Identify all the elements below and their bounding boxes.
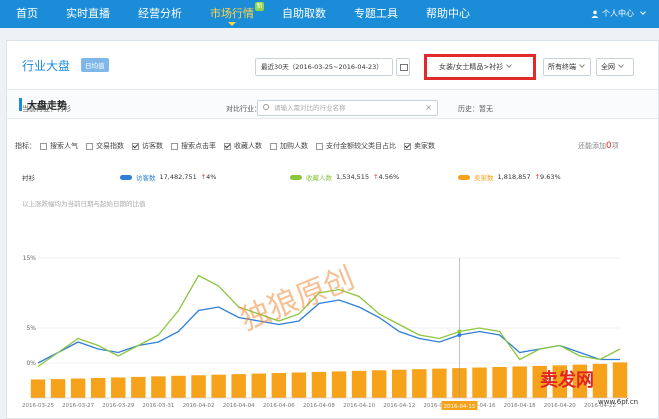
bar-sellers bbox=[492, 366, 507, 398]
bar-sellers bbox=[151, 376, 166, 398]
bar-sellers bbox=[331, 371, 347, 398]
bar-sellers bbox=[131, 376, 146, 398]
x-tick-label: 2016-03-27 bbox=[62, 403, 94, 409]
bar-sellers bbox=[50, 379, 66, 398]
bar-sellers bbox=[612, 362, 628, 398]
y-tick-label: 0% bbox=[26, 360, 36, 367]
bar-sellers bbox=[512, 366, 527, 398]
bar-sellers bbox=[111, 377, 126, 398]
x-tick-label: 2016-04-04 bbox=[223, 403, 255, 409]
x-tick-label: 2016-04-10 bbox=[343, 403, 375, 409]
bar-sellers bbox=[392, 369, 407, 398]
bar-sellers bbox=[592, 363, 608, 398]
bar-sellers bbox=[231, 374, 246, 398]
bar-sellers bbox=[171, 375, 186, 398]
series-line bbox=[37, 299, 620, 364]
x-tick-label: 2016-04-20 bbox=[544, 403, 576, 409]
x-tick-label: 2016-04-02 bbox=[183, 403, 215, 409]
bar-sellers bbox=[371, 370, 387, 398]
highlight-date-label: 2016-04-15 bbox=[443, 404, 475, 410]
trend-chart[interactable]: 15% 5% 0% 2016-03-25 2016-03-27 2016-03-29 201… bbox=[0, 0, 659, 419]
highlight-point bbox=[457, 333, 462, 337]
bar-sellers bbox=[311, 371, 327, 398]
bar-sellers bbox=[291, 372, 307, 398]
bar-sellers bbox=[432, 368, 447, 398]
bar-sellers bbox=[472, 367, 487, 398]
y-tick-label: 5% bbox=[26, 325, 36, 332]
bar-sellers bbox=[30, 379, 46, 398]
bar-sellers bbox=[412, 369, 427, 398]
bar-sellers bbox=[351, 370, 367, 398]
x-tick-label: 2016-04-08 bbox=[303, 403, 335, 409]
site-url: www.6pf.cn bbox=[598, 398, 639, 406]
site-logo: 卖发网 bbox=[540, 370, 594, 391]
x-tick-label: 2016-03-31 bbox=[142, 403, 174, 409]
x-tick-label: 2016-04-12 bbox=[383, 403, 415, 409]
bar-sellers bbox=[191, 375, 206, 398]
bar-sellers bbox=[211, 374, 226, 398]
y-tick-label: 15% bbox=[23, 255, 37, 262]
x-tick-label: 2016-03-25 bbox=[22, 403, 54, 409]
x-tick-label: 2016-04-18 bbox=[504, 403, 536, 409]
x-tick-label: 2016-04-06 bbox=[263, 403, 295, 409]
bar-sellers bbox=[251, 373, 266, 398]
highlight-point bbox=[457, 329, 462, 334]
bar-sellers bbox=[70, 378, 86, 398]
bar-sellers bbox=[90, 377, 106, 398]
bar-sellers bbox=[271, 373, 287, 398]
x-tick-label: 2016-03-29 bbox=[102, 403, 134, 409]
